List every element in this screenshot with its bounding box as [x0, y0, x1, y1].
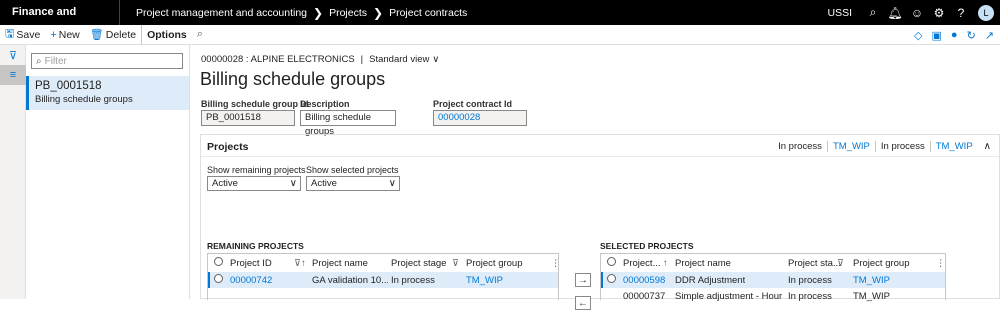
remaining-projects-grid: Project ID ⊽↑ Project name Project stage…: [207, 253, 561, 300]
grid-header: Project ID ⊽↑ Project name Project stage…: [208, 255, 561, 271]
select-all-radio[interactable]: [607, 257, 616, 266]
record-header: 00000028 : ALPINE ELECTRONICS | Standard…: [201, 54, 440, 65]
col-project-id[interactable]: Project ID: [230, 258, 272, 269]
trash-icon: 🗑︎: [89, 29, 104, 41]
grid-header: Project... ↑ Project name Project sta...…: [601, 255, 946, 271]
open-new-window-icon[interactable]: ↗: [985, 29, 994, 42]
filter-sort-icon[interactable]: ⊽↑: [294, 258, 306, 269]
col-project-stage[interactable]: Project stage: [391, 258, 446, 269]
remaining-projects-title: REMAINING PROJECTS: [207, 241, 304, 251]
show-selected-dropdown: Show selected projects Active ∨: [306, 165, 400, 191]
table-row[interactable]: 00000737 Simple adjustment - Hour In pro…: [601, 288, 945, 304]
search-icon: ⌕: [36, 55, 42, 67]
description-field: Description Billing schedule groups: [300, 99, 396, 137]
contract-id-input[interactable]: 00000028: [433, 110, 527, 126]
fasttab-title: Projects: [207, 141, 249, 153]
new-button[interactable]: + New: [45, 25, 84, 45]
filter-icon[interactable]: ⊽: [0, 45, 26, 65]
app-title[interactable]: Finance and Operations: [0, 0, 120, 43]
table-row[interactable]: 00000742 GA validation 10.... In process…: [208, 272, 558, 288]
filter-icon[interactable]: ⊽: [837, 258, 844, 269]
list-pane: ⌕ Filter PB_0001518 Billing schedule gro…: [26, 45, 190, 299]
col-project-name[interactable]: Project name: [675, 258, 731, 269]
chevron-right-icon: ❯: [373, 5, 384, 20]
group-id-field: Billing schedule group Id PB_0001518: [201, 99, 309, 126]
selected-projects-title: SELECTED PROJECTS: [600, 241, 694, 251]
notification-bell-icon[interactable]: 🔔︎: [884, 0, 906, 25]
office-icon[interactable]: ▣: [932, 29, 942, 42]
show-selected-select[interactable]: Active ∨: [306, 176, 400, 191]
left-rail: ⊽ ≡: [0, 45, 26, 299]
chevron-right-icon: ❯: [313, 5, 324, 20]
chevron-up-icon[interactable]: ∧: [984, 141, 991, 152]
filter-input[interactable]: ⌕ Filter: [31, 53, 183, 69]
description-input[interactable]: Billing schedule groups: [300, 110, 396, 137]
sort-ascending-icon[interactable]: ↑: [663, 258, 668, 269]
avatar[interactable]: L: [978, 4, 994, 21]
feedback-smiley-icon[interactable]: ☺: [906, 0, 928, 25]
show-remaining-dropdown: Show remaining projects Active ∨: [207, 165, 306, 191]
group-id-input[interactable]: PB_0001518: [201, 110, 295, 126]
action-pane: 🖫︎ Save + New 🗑︎ Delete Options ⌕ ◇ ▣ ● ↻ ↗: [0, 24, 1000, 45]
remove-from-selected-button[interactable]: ←: [575, 296, 591, 310]
breadcrumb-item-contracts[interactable]: Project contracts: [389, 7, 467, 19]
company-picker[interactable]: USSI: [827, 7, 852, 19]
more-options-icon[interactable]: ⋮: [936, 258, 946, 269]
col-project-stage[interactable]: Project sta...: [788, 258, 841, 269]
delete-button[interactable]: 🗑︎ Delete: [85, 25, 141, 45]
projects-fasttab-header[interactable]: Projects In process TM_WIP In process TM…: [201, 135, 999, 157]
save-icon: 🖫︎: [5, 28, 15, 40]
contract-id-field: Project contract Id 00000028: [433, 99, 527, 126]
select-all-radio[interactable]: [214, 257, 223, 266]
chevron-down-icon: ∨: [289, 178, 297, 189]
page-title: Billing schedule groups: [200, 69, 386, 89]
row-radio[interactable]: [607, 274, 616, 283]
col-project-group[interactable]: Project group: [853, 258, 910, 269]
col-project-group[interactable]: Project group: [466, 258, 523, 269]
row-radio[interactable]: [214, 274, 223, 283]
breadcrumb: Project management and accounting ❯ Proj…: [120, 6, 467, 20]
plus-icon: +: [50, 28, 57, 41]
options-tab[interactable]: Options: [141, 24, 192, 45]
save-button[interactable]: 🖫︎ Save: [0, 25, 45, 45]
projects-fasttab: Projects In process TM_WIP In process TM…: [200, 134, 1000, 310]
table-row[interactable]: 00000598 DDR Adjustment In process TM_WI…: [601, 272, 945, 288]
breadcrumb-item-module[interactable]: Project management and accounting: [136, 7, 307, 19]
chevron-down-icon[interactable]: ∨: [432, 54, 439, 65]
top-right-tools: USSI ⌕ 🔔︎ ☺ ⚙ ? L: [827, 0, 1000, 25]
col-project-id[interactable]: Project...: [623, 258, 661, 269]
top-nav-bar: Finance and Operations Project managemen…: [0, 0, 1000, 43]
refresh-icon[interactable]: ↻: [967, 29, 976, 42]
main-content: 00000028 : ALPINE ELECTRONICS | Standard…: [190, 45, 1000, 310]
more-options-icon[interactable]: ⋮: [551, 258, 561, 269]
attachments-icon[interactable]: ●: [951, 29, 958, 41]
search-icon[interactable]: ⌕: [862, 0, 884, 25]
action-pane-tools: ◇ ▣ ● ↻ ↗: [905, 25, 994, 45]
record-caption: 00000028 : ALPINE ELECTRONICS: [201, 54, 355, 65]
chevron-down-icon: ∨: [388, 178, 396, 189]
col-project-name[interactable]: Project name: [312, 258, 368, 269]
view-selector[interactable]: Standard view: [369, 54, 429, 65]
action-search-icon[interactable]: ⌕: [192, 25, 210, 45]
settings-gear-icon[interactable]: ⚙: [928, 0, 950, 25]
add-to-selected-button[interactable]: →: [575, 273, 591, 287]
list-item-id: PB_0001518: [35, 80, 102, 92]
show-remaining-select[interactable]: Active ∨: [207, 176, 301, 191]
breadcrumb-item-projects[interactable]: Projects: [329, 7, 367, 19]
help-icon[interactable]: ?: [950, 0, 972, 25]
selected-projects-grid: Project... ↑ Project name Project sta...…: [600, 253, 946, 302]
filter-icon[interactable]: ⊽: [452, 258, 459, 269]
list-view-icon[interactable]: ≡: [0, 65, 26, 85]
list-item-desc: Billing schedule groups: [35, 94, 133, 105]
fasttab-summary: In process TM_WIP In process TM_WIP ∧: [778, 141, 991, 152]
power-apps-icon[interactable]: ◇: [914, 29, 922, 42]
list-item[interactable]: PB_0001518 Billing schedule groups: [26, 76, 189, 110]
